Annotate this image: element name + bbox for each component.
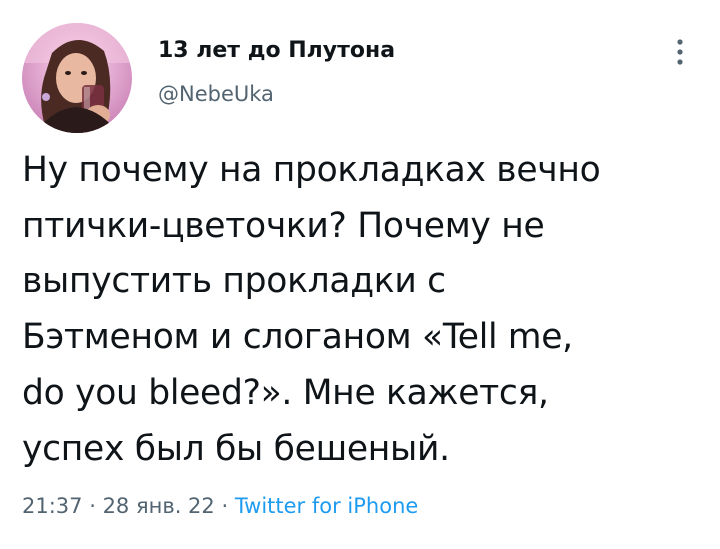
display-name[interactable]: 13 лет до Плутона: [158, 38, 395, 63]
tweet-text: Ну почему на прокладках вечно птички-цве…: [22, 143, 702, 477]
more-vertical-icon: [677, 39, 683, 65]
tweet-source-link[interactable]: Twitter for iPhone: [235, 494, 419, 518]
tweet-text-line: Бэтменом и слоганом «Tell me,: [22, 317, 573, 358]
avatar[interactable]: [22, 23, 132, 133]
tweet-text-line: птички-цветочки? Почему не: [22, 205, 545, 246]
user-handle[interactable]: @NebeUka: [158, 82, 274, 106]
tweet-date[interactable]: 28 янв. 22: [103, 494, 215, 518]
tweet-text-line: успех был бы бешеный.: [22, 428, 450, 469]
tweet-text-line: выпустить прокладки с: [22, 261, 446, 302]
meta-separator: ·: [214, 494, 235, 518]
tweet-card: 13 лет до Плутона @NebeUka Ну почему на …: [0, 0, 720, 549]
tweet-meta: 21:37 · 28 янв. 22 · Twitter for iPhone: [22, 494, 418, 518]
avatar-photo: [22, 23, 132, 133]
meta-separator: ·: [82, 494, 103, 518]
tweet-text-line: Ну почему на прокладках вечно: [22, 150, 601, 190]
tweet-text-line: do you bleed?». Мне кажется,: [22, 372, 549, 413]
tweet-time[interactable]: 21:37: [22, 494, 83, 518]
more-options-button[interactable]: [662, 34, 698, 70]
